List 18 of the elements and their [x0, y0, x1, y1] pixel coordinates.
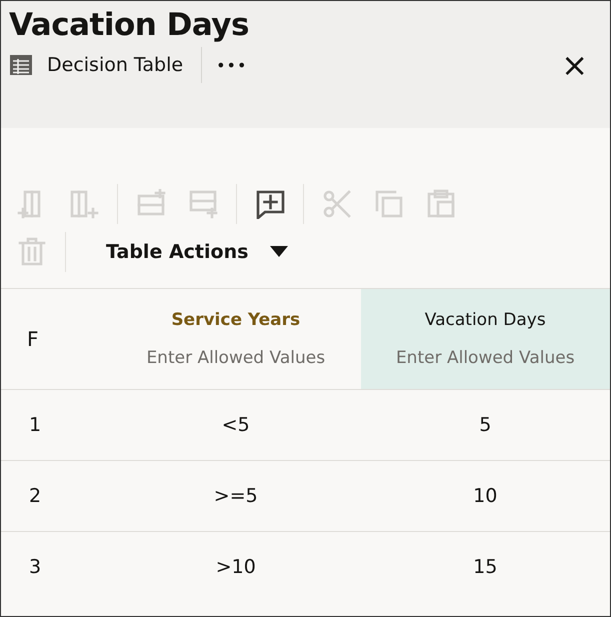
table-cell[interactable]: >10: [111, 532, 360, 602]
table-actions-menu[interactable]: Table Actions: [106, 241, 288, 263]
table-cell[interactable]: <5: [111, 390, 360, 460]
table-cell[interactable]: 5: [360, 390, 610, 460]
column-header[interactable]: Vacation Days Enter Allowed Values: [360, 288, 610, 390]
page-title: Vacation Days: [9, 7, 250, 43]
table-cell[interactable]: 10: [360, 460, 610, 532]
more-button[interactable]: •••: [216, 56, 248, 74]
caret-icon: [270, 246, 288, 258]
row-number: 1: [1, 390, 111, 460]
hit-policy-header: F: [1, 288, 111, 390]
table-icon: [9, 54, 33, 76]
page-subtitle: Decision Table: [47, 54, 184, 76]
table-cell[interactable]: 15: [360, 532, 610, 602]
close-button[interactable]: ×: [561, 49, 588, 81]
table-cell[interactable]: >=5: [111, 460, 360, 532]
row-number: 2: [1, 460, 111, 532]
row-number: 3: [1, 532, 111, 602]
